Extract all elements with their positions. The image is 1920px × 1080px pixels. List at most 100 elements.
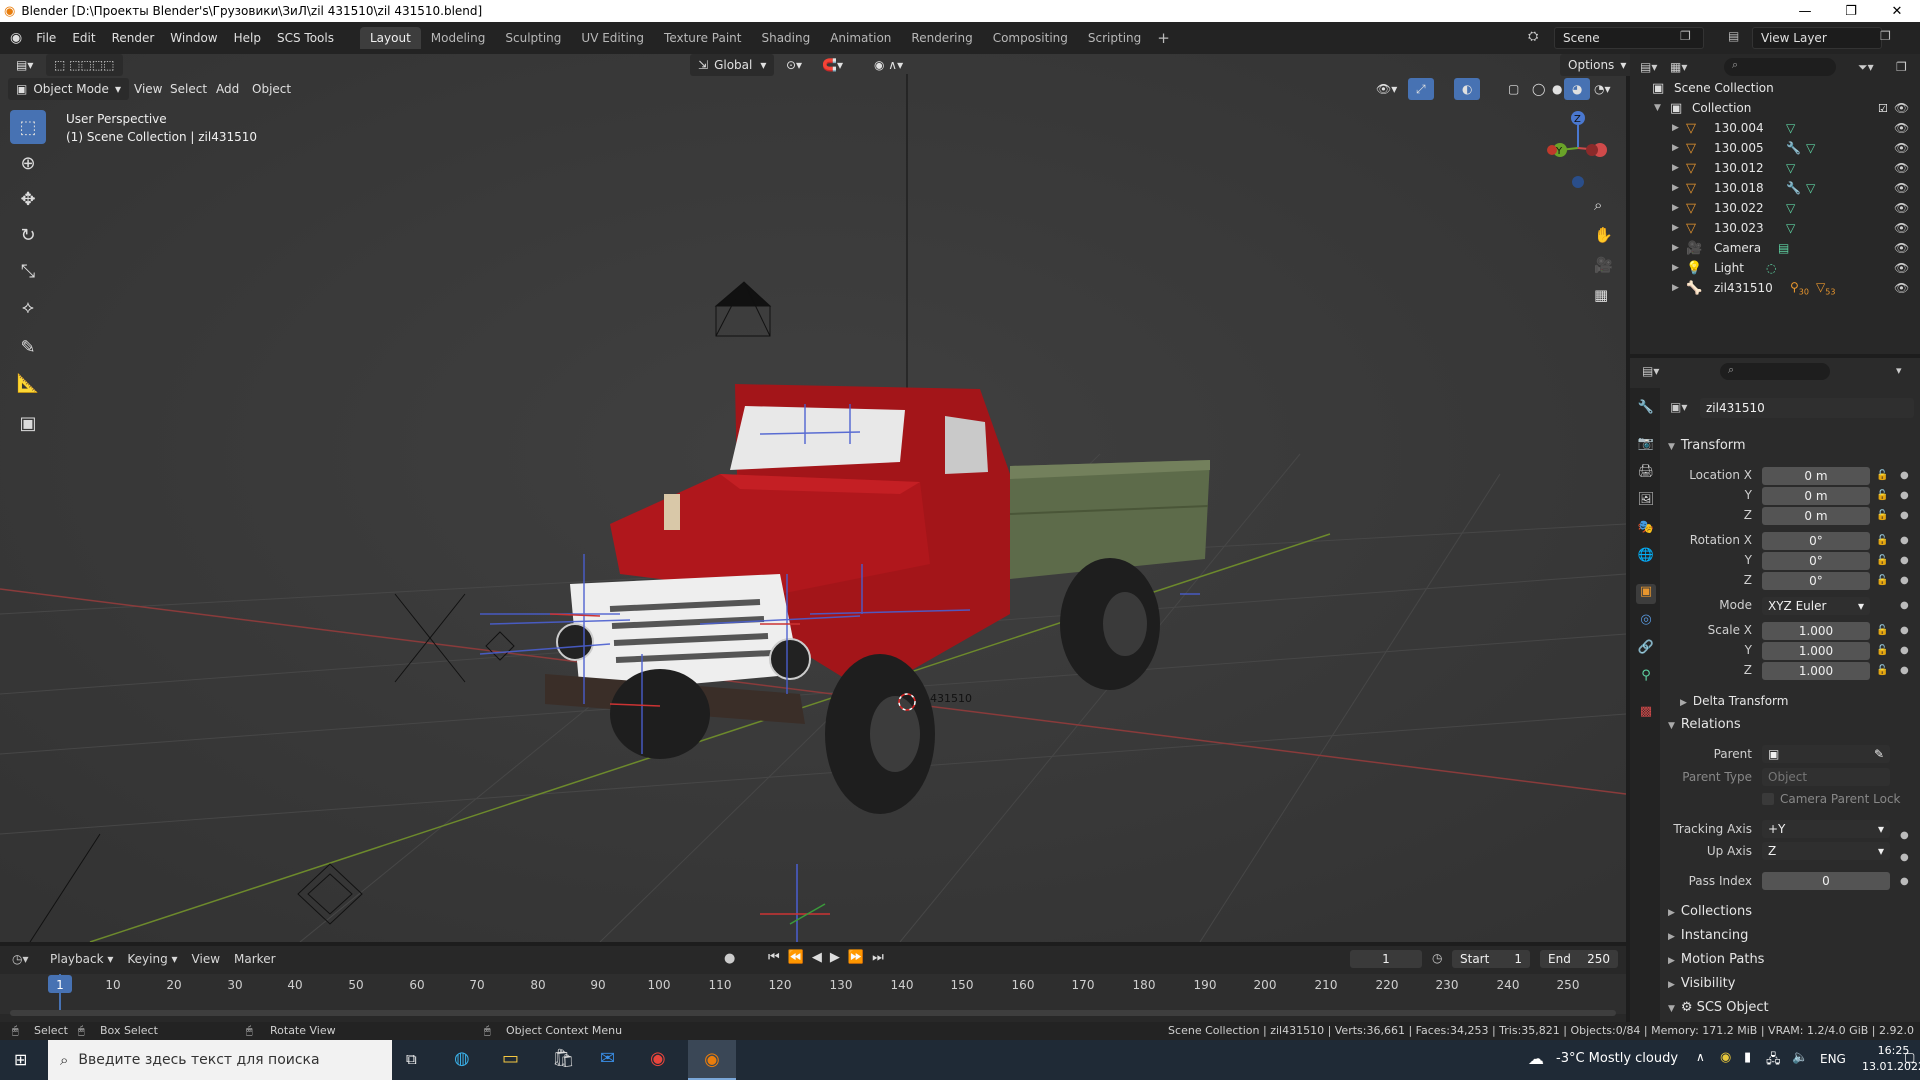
auto-keying-icon[interactable]: ● — [724, 951, 735, 966]
rotation-x-field[interactable]: 0° — [1762, 532, 1870, 550]
restore-button[interactable]: ❐ — [1828, 0, 1874, 22]
add-cube-tool[interactable]: ▣ — [10, 406, 46, 440]
jump-end-icon[interactable]: ⏭ — [872, 950, 884, 965]
visibility-icon[interactable]: 👁▾ — [1368, 78, 1405, 100]
minimize-button[interactable]: — — [1782, 0, 1828, 22]
tab-sculpting[interactable]: Sculpting — [495, 27, 571, 49]
language-indicator[interactable]: ENG — [1820, 1052, 1846, 1066]
expand-triangle-icon[interactable]: ▶ — [1672, 243, 1679, 253]
transform-tool[interactable]: ⟡ — [10, 290, 46, 324]
lock-icon[interactable]: 🔓 — [1876, 555, 1888, 566]
lock-icon[interactable]: 🔓 — [1876, 510, 1888, 521]
keying-menu[interactable]: Keying ▾ — [127, 952, 177, 966]
outliner-item[interactable]: ▶ ▽ 130.004 ▽ 👁 — [1630, 118, 1920, 138]
preview-range-icon[interactable]: ◷ — [1432, 951, 1442, 965]
view-layer-field[interactable]: View Layer — [1752, 27, 1882, 49]
lock-icon[interactable]: 🔓 — [1876, 490, 1888, 501]
outliner-item[interactable]: ▶ 🦴 zil431510 ⚲30 ▽53 👁 — [1630, 278, 1920, 298]
eye-icon[interactable]: 👁 — [1894, 221, 1909, 235]
menu-edit[interactable]: Edit — [64, 31, 103, 45]
camera-view-icon[interactable]: 🎥 — [1594, 256, 1613, 274]
expand-triangle-icon[interactable]: ▶ — [1672, 143, 1679, 153]
cursor-tool[interactable]: ⊕ — [10, 146, 46, 180]
transform-orientation-dropdown[interactable]: ⇲ Global ▾ — [690, 54, 775, 76]
scene-selector-icon[interactable]: ⛭ — [1528, 29, 1538, 44]
scale-z-field[interactable]: 1.000 — [1762, 662, 1870, 680]
next-keyframe-icon[interactable]: ⏩ — [848, 950, 864, 965]
annotate-tool[interactable]: ✎ — [10, 330, 46, 364]
menu-window[interactable]: Window — [162, 31, 225, 45]
eye-icon[interactable]: 👁 — [1894, 281, 1909, 295]
blender-menu-icon[interactable]: ◉ — [10, 30, 22, 46]
timeline-scrollbar[interactable] — [10, 1010, 1616, 1016]
tab-shading[interactable]: Shading — [751, 27, 820, 49]
marker-menu[interactable]: Marker — [234, 952, 275, 966]
eye-icon[interactable]: 👁 — [1894, 201, 1909, 215]
3d-viewport[interactable]: 431510 Z Y User Perspective (1) Scene Co… — [0, 54, 1626, 942]
prev-keyframe-icon[interactable]: ⏪ — [788, 950, 804, 965]
taskbar-search-input[interactable]: ⌕ Введите здесь текст для поиска — [48, 1040, 392, 1080]
pivot-icon[interactable]: ⊙▾ — [778, 54, 810, 76]
expand-triangle-icon[interactable]: ▶ — [1672, 223, 1679, 233]
outliner-new-collection-icon[interactable]: ❐ — [1896, 60, 1907, 74]
tab-uv-editing[interactable]: UV Editing — [571, 27, 654, 49]
scs-object-panel-header[interactable]: ▼ ⚙ SCS Object — [1668, 1000, 1769, 1015]
select-box-tool[interactable]: ⬚ — [10, 110, 46, 144]
task-view-icon[interactable]: ⧉ — [406, 1050, 417, 1068]
relations-panel-header[interactable]: ▼ Relations — [1668, 717, 1741, 732]
lock-icon[interactable]: 🔓 — [1876, 625, 1888, 636]
delta-transform-header[interactable]: ▶ Delta Transform — [1680, 694, 1788, 708]
location-y-field[interactable]: 0 m — [1762, 487, 1870, 505]
eye-icon[interactable]: 👁 — [1894, 241, 1909, 255]
up-axis-dropdown[interactable]: Z ▾ — [1762, 842, 1890, 860]
outliner-item[interactable]: ▶ ▽ 130.005 🔧 ▽ 👁 — [1630, 138, 1920, 158]
gizmo-toggle-icon[interactable]: ⤢ — [1408, 78, 1434, 100]
outliner-item[interactable]: ▶ ▽ 130.012 ▽ 👁 — [1630, 158, 1920, 178]
outliner-display-icon[interactable]: ▤▾ — [1640, 60, 1657, 74]
mail-icon[interactable]: ✉ — [600, 1048, 615, 1069]
outliner-row-scene-collection[interactable]: ▣ Scene Collection — [1630, 78, 1920, 98]
eye-icon[interactable]: 👁 — [1894, 141, 1909, 155]
visibility-panel-header[interactable]: ▶ Visibility — [1668, 976, 1735, 991]
close-button[interactable]: ✕ — [1874, 0, 1920, 22]
menu-scs-tools[interactable]: SCS Tools — [269, 31, 342, 45]
edge-browser-icon[interactable]: ◍ — [454, 1048, 470, 1069]
start-frame-field[interactable]: Start 1 — [1452, 950, 1530, 968]
viewport-menu-object[interactable]: Object — [244, 78, 299, 100]
keyframe-dot-icon[interactable]: ● — [1900, 852, 1909, 863]
lock-icon[interactable]: 🔓 — [1876, 535, 1888, 546]
expand-triangle-icon[interactable]: ▼ — [1654, 103, 1661, 113]
eyedropper-icon[interactable]: ✎ — [1874, 747, 1884, 761]
lock-icon[interactable]: 🔓 — [1876, 645, 1888, 656]
store-icon[interactable]: 🛍 — [552, 1048, 575, 1069]
lock-icon[interactable]: 🔓 — [1876, 665, 1888, 676]
rotate-tool[interactable]: ↻ — [10, 218, 46, 252]
tab-animation[interactable]: Animation — [820, 27, 901, 49]
menu-help[interactable]: Help — [226, 31, 269, 45]
tab-modeling[interactable]: Modeling — [421, 27, 496, 49]
tab-scripting[interactable]: Scripting — [1078, 27, 1151, 49]
keyframe-dot-icon[interactable]: ● — [1900, 535, 1909, 546]
editor-type-icon[interactable]: ▤▾ — [8, 54, 41, 76]
keyframe-dot-icon[interactable]: ● — [1900, 600, 1909, 611]
render-tab-icon[interactable]: 📷 — [1636, 436, 1656, 456]
eye-icon[interactable]: 👁 — [1894, 181, 1909, 195]
eye-icon[interactable]: 👁 — [1894, 101, 1909, 115]
tab-compositing[interactable]: Compositing — [983, 27, 1078, 49]
menu-render[interactable]: Render — [104, 31, 163, 45]
play-reverse-icon[interactable]: ◀ — [812, 950, 822, 965]
texture-tab-icon[interactable]: ▩ — [1636, 704, 1656, 724]
playback-menu[interactable]: Playback ▾ — [50, 952, 113, 966]
object-mode-dropdown[interactable]: ▣ Object Mode ▾ — [8, 78, 129, 100]
pan-hand-icon[interactable]: ✋ — [1594, 226, 1613, 244]
eye-icon[interactable]: 👁 — [1894, 121, 1909, 135]
keyframe-dot-icon[interactable]: ● — [1900, 665, 1909, 676]
select-mode-buttons[interactable]: ⬚ ⬚⬚⬚⬚ — [46, 54, 123, 76]
overlay-toggle-icon[interactable]: ◐ — [1454, 78, 1481, 100]
move-tool[interactable]: ✥ — [10, 182, 46, 216]
keyframe-dot-icon[interactable]: ● — [1900, 510, 1909, 521]
properties-editor-icon[interactable]: ▤▾ — [1642, 364, 1659, 378]
tracking-axis-dropdown[interactable]: +Y ▾ — [1762, 820, 1890, 838]
outliner-filter-icon[interactable]: ⏷▾ — [1858, 60, 1874, 75]
keyframe-dot-icon[interactable]: ● — [1900, 645, 1909, 656]
